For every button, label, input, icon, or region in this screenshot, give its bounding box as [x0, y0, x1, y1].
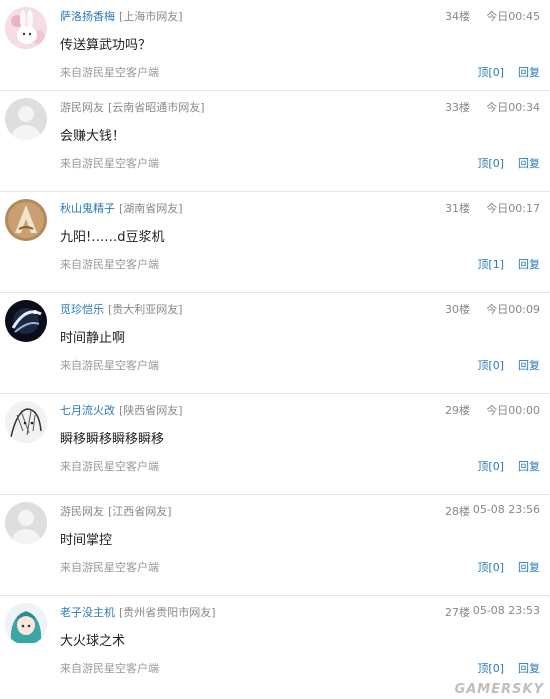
username[interactable]: 觅珍恺乐 [贵大利亚网友] [60, 301, 183, 317]
username[interactable]: 秋山鬼精子 [湖南省网友] [60, 200, 183, 216]
post-time: 今日00:17 [486, 202, 540, 215]
post-time: 今日00:09 [486, 303, 540, 316]
comment-item: 游民网友 [云南省昭通市网友] 33楼 今日00:34 会赚大钱！ 来自游民星空客… [0, 91, 550, 192]
comment-item: 觅珍恺乐 [贵大利亚网友] 30楼 今日00:09 时间静止啊 来自游民星空客户端… [0, 293, 550, 394]
comment-source: 来自游民星空客户端 [60, 157, 159, 170]
comment-item: 七月流火改 [陕西省网友] 29楼 今日00:00 瞬移瞬移瞬移瞬移 来自游民星空… [0, 394, 550, 495]
user-location: [云南省昭通市网友] [108, 101, 205, 114]
user-location: [贵大利亚网友] [108, 303, 183, 316]
reply-button[interactable]: 回复 [518, 357, 540, 373]
comment-text: 会赚大钱！ [60, 129, 126, 144]
floor-number: 33楼 [445, 101, 470, 114]
username[interactable]: 七月流火改 [陕西省网友] [60, 402, 183, 418]
floor-number: 30楼 [445, 303, 470, 316]
gamersky-watermark: GAMERSKY [454, 682, 544, 697]
like-button[interactable]: 顶[1] [477, 256, 504, 272]
like-button[interactable]: 顶[0] [477, 458, 504, 474]
comment-list: 萨洛扬香梅 [上海市网友] 34楼 今日00:45 传送算武功吗？ 来自游民星空客… [0, 0, 550, 697]
user-location: [江西省网友] [108, 505, 172, 518]
user-location: [上海市网友] [119, 10, 183, 23]
like-button[interactable]: 顶[0] [477, 660, 504, 676]
reply-button[interactable]: 回复 [518, 256, 540, 272]
floor-number: 31楼 [445, 202, 470, 215]
comment-text: 时间静止啊 [60, 331, 126, 346]
reply-button[interactable]: 回复 [518, 559, 540, 575]
username[interactable]: 游民网友 [云南省昭通市网友] [60, 99, 205, 115]
comment-item: 秋山鬼精子 [湖南省网友] 31楼 今日00:17 九阳!……d豆浆机 来自游民星… [0, 192, 550, 293]
sketch-character-avatar-icon[interactable] [5, 401, 47, 443]
post-time: 今日00:45 [486, 10, 540, 23]
comment-item: 萨洛扬香梅 [上海市网友] 34楼 今日00:45 传送算武功吗？ 来自游民星空客… [0, 0, 550, 91]
reply-button[interactable]: 回复 [518, 660, 540, 676]
floor-number: 27楼 [445, 606, 470, 619]
default-user-avatar-icon[interactable] [5, 502, 47, 544]
like-button[interactable]: 顶[0] [477, 155, 504, 171]
anime-girl-avatar-icon[interactable] [5, 603, 47, 645]
comment-text: 瞬移瞬移瞬移瞬移 [60, 432, 165, 447]
like-button[interactable]: 顶[0] [477, 64, 504, 80]
comment-text: 九阳!……d豆浆机 [60, 230, 165, 245]
like-button[interactable]: 顶[0] [477, 357, 504, 373]
comment-text: 传送算武功吗？ [60, 38, 152, 53]
comment-item: 游民网友 [江西省网友] 28楼 05-08 23:56 时间掌控 来自游民星空客… [0, 495, 550, 596]
assassin-emblem-avatar-icon[interactable] [5, 199, 47, 241]
floor-number: 28楼 [445, 505, 470, 518]
user-location: [陕西省网友] [119, 404, 183, 417]
user-location: [贵州省贵阳市网友] [119, 606, 216, 619]
comment-source: 来自游民星空客户端 [60, 460, 159, 473]
post-time: 今日00:00 [486, 404, 540, 417]
default-user-avatar-icon[interactable] [5, 98, 47, 140]
reply-button[interactable]: 回复 [518, 155, 540, 171]
post-time: 05-08 23:53 [472, 604, 540, 617]
comment-text: 时间掌控 [60, 533, 113, 548]
space-orb-avatar-icon[interactable] [5, 300, 47, 342]
floor-number: 29楼 [445, 404, 470, 417]
post-time: 05-08 23:56 [472, 503, 540, 516]
reply-button[interactable]: 回复 [518, 458, 540, 474]
username[interactable]: 游民网友 [江西省网友] [60, 503, 172, 519]
post-time: 今日00:34 [486, 101, 540, 114]
comment-text: 大火球之术 [60, 634, 126, 649]
comment-source: 来自游民星空客户端 [60, 359, 159, 372]
comment-source: 来自游民星空客户端 [60, 662, 159, 675]
reply-button[interactable]: 回复 [518, 64, 540, 80]
user-location: [湖南省网友] [119, 202, 183, 215]
rabbit-avatar-icon[interactable] [5, 7, 47, 49]
username[interactable]: 老子没主机 [贵州省贵阳市网友] [60, 604, 216, 620]
comment-source: 来自游民星空客户端 [60, 66, 159, 79]
like-button[interactable]: 顶[0] [477, 559, 504, 575]
floor-number: 34楼 [445, 10, 470, 23]
username[interactable]: 萨洛扬香梅 [上海市网友] [60, 8, 183, 24]
comment-source: 来自游民星空客户端 [60, 561, 159, 574]
comment-source: 来自游民星空客户端 [60, 258, 159, 271]
